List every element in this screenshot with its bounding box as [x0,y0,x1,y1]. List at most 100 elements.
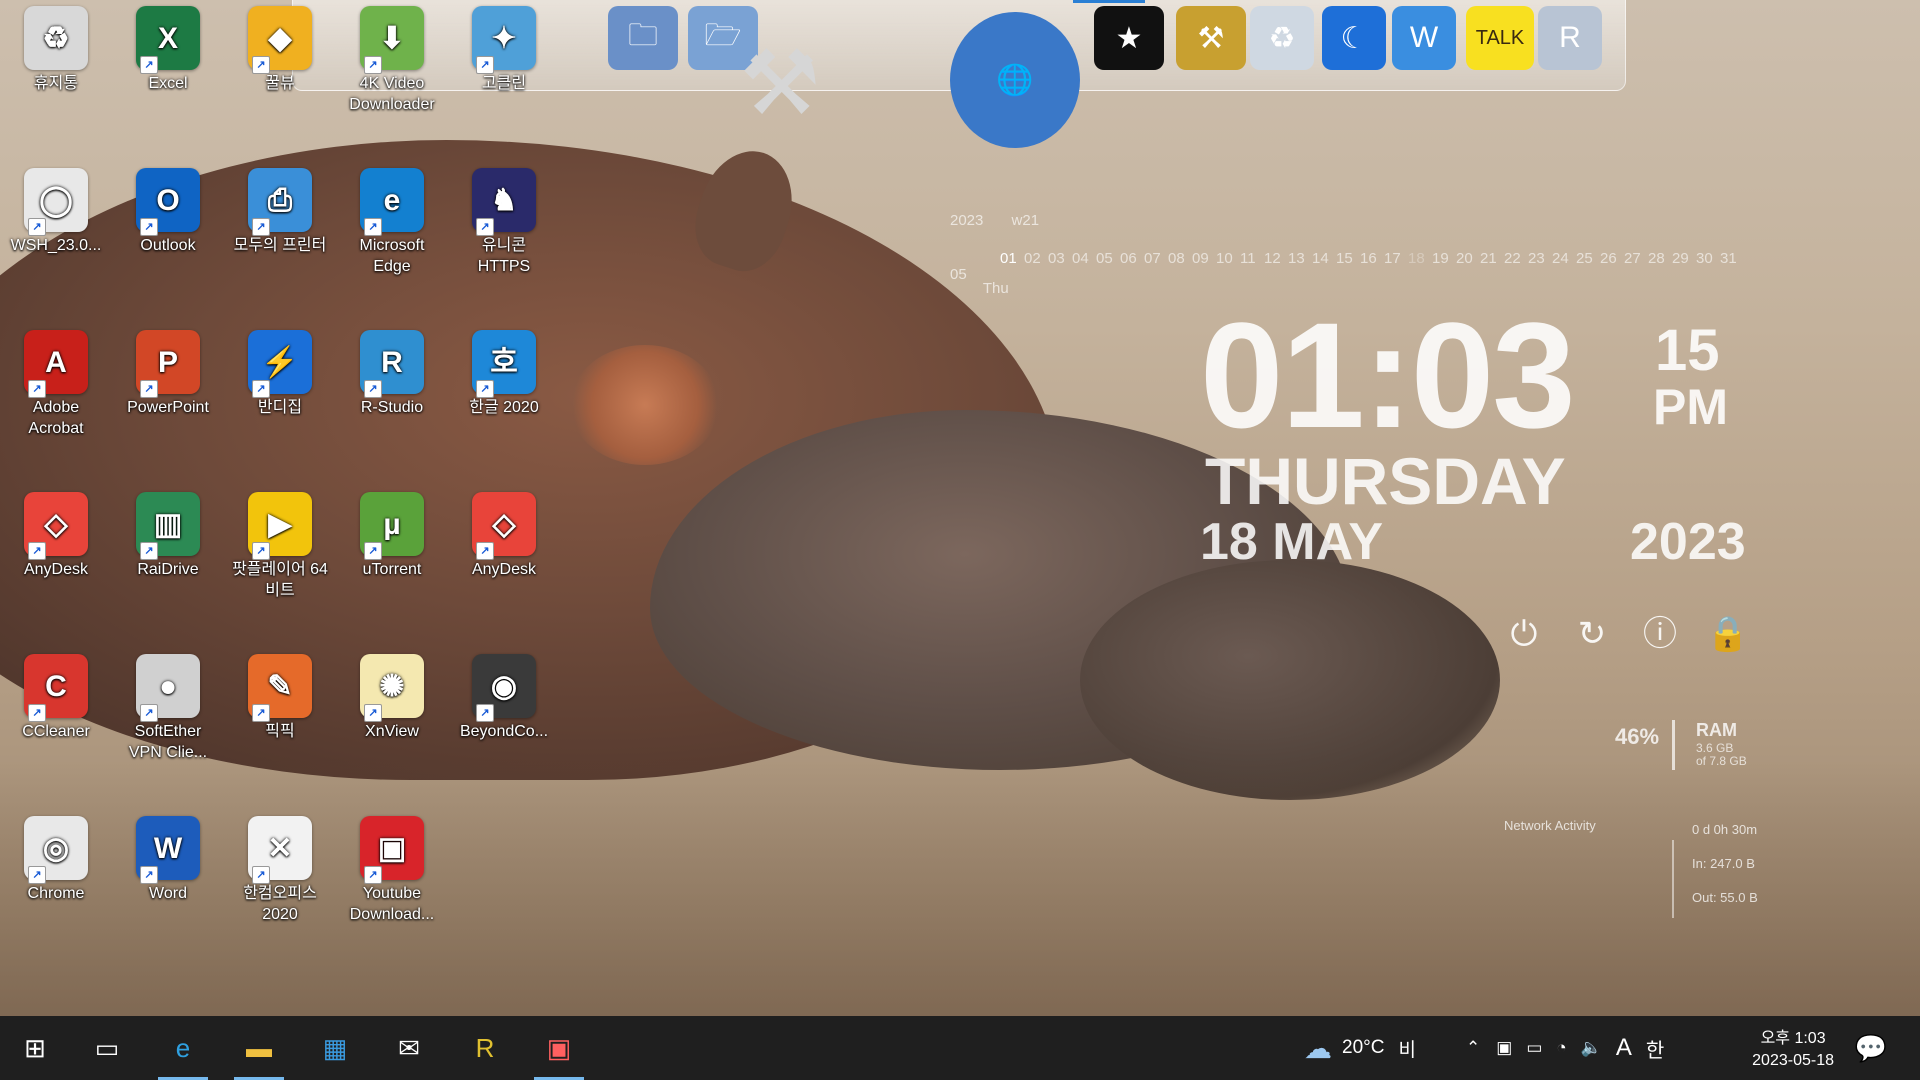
desktop-icon[interactable]: C ↗ CCleaner [6,654,106,743]
calendar-day: 15 [1336,250,1353,267]
trash-can-icon[interactable]: ♻ [1250,6,1314,70]
shortcut-arrow-icon: ↗ [252,380,270,398]
network-uptime: 0 d 0h 30m [1692,822,1758,837]
desktop-icon[interactable]: ⚡ ↗ 반디집 [230,330,330,419]
desktop-icon[interactable]: ✺ ↗ XnView [342,654,442,743]
desktop-icon-label: Outlook [140,237,196,254]
calendar-day: 25 [1576,250,1593,267]
desktop-icon[interactable]: ◇ ↗ AnyDesk [454,492,554,581]
start-button[interactable]: ⊞ [6,1024,64,1072]
calendar-day: 18 [1408,250,1425,267]
desktop-icon[interactable]: ◎ ↗ Chrome [6,816,106,905]
softether-icon: ● ↗ [136,654,200,722]
desktop-icon[interactable]: ✦ ↗ 고클린 [454,6,554,95]
taskbar-youtube-downloader-button[interactable]: ▣ [530,1024,588,1080]
weather-temp: 20°C [1342,1037,1385,1058]
shutdown-icon[interactable]: ⏻ [1502,612,1546,656]
task-view-button[interactable]: ▭ [78,1024,136,1072]
desktop-icon[interactable]: ◆ ↗ 꿀뷰 [230,6,330,95]
calendar-day: 20 [1456,250,1473,267]
moon-icon[interactable]: ☾ [1322,6,1386,70]
shortcut-arrow-icon: ↗ [28,866,46,884]
outlook-icon: O ↗ [136,168,200,236]
desktop-icon[interactable]: µ ↗ uTorrent [342,492,442,581]
powerpoint-icon: P ↗ [136,330,200,398]
desktop-icon-label: Youtube Download... [349,885,435,923]
folder-blue-icon[interactable]: 🗀 [608,6,678,70]
shortcut-arrow-icon: ↗ [252,866,270,884]
calendar-day: 09 [1192,250,1209,267]
hammer-icon[interactable]: ⚒ [1176,6,1246,70]
shortcut-arrow-icon: ↗ [140,866,158,884]
ime-indicator[interactable]: 한 [1646,1034,1664,1063]
calendar-day: 28 [1648,250,1665,267]
desktop-icon[interactable]: ▶ ↗ 팟플레이어 64 비트 [230,492,330,602]
calendar-widget: 2023 w21 [950,212,1039,229]
desktop-icon[interactable]: A ↗ Adobe Acrobat [6,330,106,440]
file-icon: ◯ ↗ [24,168,88,236]
taskbar-mail-button[interactable]: ✉ [380,1024,438,1072]
chevron-up-icon[interactable]: ⌃ [1466,1038,1480,1058]
shortcut-arrow-icon: ↗ [364,380,382,398]
potplayer-icon: ▶ ↗ [248,492,312,560]
meet-now-icon[interactable]: ▣ [1496,1038,1512,1058]
desktop-icon-label: Adobe Acrobat [28,399,84,437]
desktop-icon[interactable]: ✕ ↗ 한컴오피스 2020 [230,816,330,926]
kakaotalk-icon[interactable]: TALK [1466,6,1534,70]
desktop-icon[interactable]: e ↗ Microsoft Edge [342,168,442,278]
taskbar: ⊞ ▭ e ▬ ▦ ✉ R ▣ ☁ 20°C 비 ⌃ ▣ ▭ ◔ 🔈 A 한 오… [0,1016,1920,1080]
desktop-icon[interactable]: ◇ ↗ AnyDesk [6,492,106,581]
restart-icon[interactable]: ↻ [1570,612,1614,656]
taskbar-store-button[interactable]: ▦ [306,1024,364,1072]
taskbar-clock[interactable]: 오후 1:03 2023-05-18 [1752,1028,1834,1072]
calendar-weekday: Thu [982,280,1009,297]
desktop-icon[interactable]: X ↗ Excel [118,6,218,95]
desktop-icon[interactable]: P ↗ PowerPoint [118,330,218,419]
desktop-icon[interactable]: ⎙ ↗ 모두의 프린터 [230,168,330,257]
goclean-icon: ✦ ↗ [472,6,536,74]
shortcut-arrow-icon: ↗ [28,218,46,236]
taskbar-rstudio-button[interactable]: R [456,1024,514,1072]
tools-icon[interactable]: ⚒ [730,18,830,148]
desktop-icon[interactable]: 호 ↗ 한글 2020 [454,330,554,419]
desktop-icon[interactable]: ✎ ↗ 픽픽 [230,654,330,743]
input-language[interactable]: A [1616,1034,1632,1062]
tshirt-icon[interactable]: ★ [1094,6,1164,70]
printer-icon: ⎙ ↗ [248,168,312,236]
youtube-downloader-icon: ▣ [546,1032,572,1063]
shortcut-arrow-icon: ↗ [476,56,494,74]
calendar-day: 11 [1240,250,1256,267]
rain-cloud-icon: ☁ [1304,1032,1332,1064]
desktop-icon[interactable]: ♞ ↗ 유니콘 HTTPS [454,168,554,278]
lock-icon[interactable]: 🔒 [1706,612,1750,656]
taskbar-edge-button[interactable]: e [154,1024,212,1080]
shield-icon[interactable]: W [1392,6,1456,70]
battery-icon[interactable]: ▭ [1526,1038,1542,1058]
internet-globe-icon[interactable]: 🌐 [950,12,1080,148]
desktop-icon[interactable]: O ↗ Outlook [118,168,218,257]
volume-icon[interactable]: 🔈 [1581,1038,1602,1058]
desktop-icon[interactable]: ◯ ↗ WSH_23.0... [6,168,106,257]
taskbar-explorer-button[interactable]: ▬ [230,1024,288,1080]
desktop-icon[interactable]: R ↗ R-Studio [342,330,442,419]
ccleaner-icon: C ↗ [24,654,88,722]
notification-center-button[interactable]: 💬 [1842,1024,1900,1072]
desktop-icon[interactable]: W ↗ Word [118,816,218,905]
desktop-icon[interactable]: ▣ ↗ Youtube Download... [342,816,442,926]
desktop-icon[interactable]: ♻ 휴지통 [6,6,106,95]
desktop-icon[interactable]: ◉ ↗ BeyondCo... [454,654,554,743]
desktop-icon-label: Chrome [27,885,85,902]
desktop-icon-label: 한글 2020 [469,399,539,416]
desktop-icon-label: SoftEther VPN Clie... [128,723,208,761]
calendar-day: 14 [1312,250,1329,267]
registry-icon[interactable]: R [1538,6,1602,70]
desktop-icon-label: 4K Video Downloader [349,75,435,113]
desktop-icon[interactable]: ▥ ↗ RaiDrive [118,492,218,581]
desktop-icon[interactable]: ● ↗ SoftEther VPN Clie... [118,654,218,764]
desktop-icon[interactable]: ⬇ ↗ 4K Video Downloader [342,6,442,116]
logoff-icon[interactable]: ⓘ [1638,612,1682,656]
wifi-icon[interactable]: ◔ [1556,1038,1566,1058]
beyond-compare-icon: ◉ ↗ [472,654,536,722]
raidrive-icon: ▥ ↗ [136,492,200,560]
weather-widget[interactable]: ☁ 20°C 비 [1304,1016,1416,1080]
